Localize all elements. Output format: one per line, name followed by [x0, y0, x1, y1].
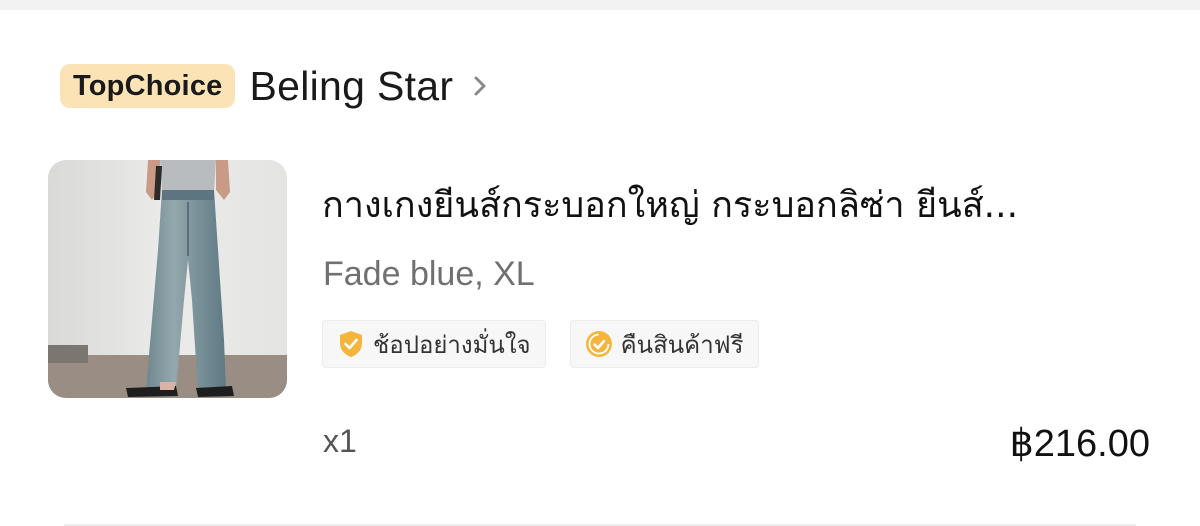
- quantity: x1: [323, 423, 357, 459]
- order-item-card: TopChoice Beling Star กางเกงยีนส์กระบอกใ…: [0, 10, 1200, 526]
- jeans-product-image: [48, 160, 287, 398]
- price: ฿216.00: [1009, 423, 1150, 465]
- chevron-right-icon[interactable]: [469, 75, 491, 97]
- shop-name[interactable]: Beling Star: [249, 63, 453, 110]
- shield-check-icon: [340, 331, 362, 357]
- product-thumbnail[interactable]: [48, 160, 287, 398]
- tag-free-return[interactable]: คืนสินค้าฟรี: [569, 320, 759, 368]
- product-variant[interactable]: Fade blue, XL: [323, 252, 535, 296]
- return-check-icon: [585, 331, 612, 357]
- service-tags: ช้อปอย่างมั่นใจ คืนสินค้าฟรี: [322, 320, 759, 368]
- tag-label: ช้อปอย่างมั่นใจ: [373, 330, 531, 359]
- shop-header[interactable]: TopChoice Beling Star: [60, 62, 491, 110]
- topchoice-badge: TopChoice: [60, 64, 236, 108]
- product-title[interactable]: กางเกงยีนส์กระบอกใหญ่ กระบอกลิซ่า ยีนส์.…: [322, 183, 1152, 229]
- tag-shop-confidently[interactable]: ช้อปอย่างมั่นใจ: [322, 320, 546, 368]
- tag-label: คืนสินค้าฟรี: [620, 330, 744, 359]
